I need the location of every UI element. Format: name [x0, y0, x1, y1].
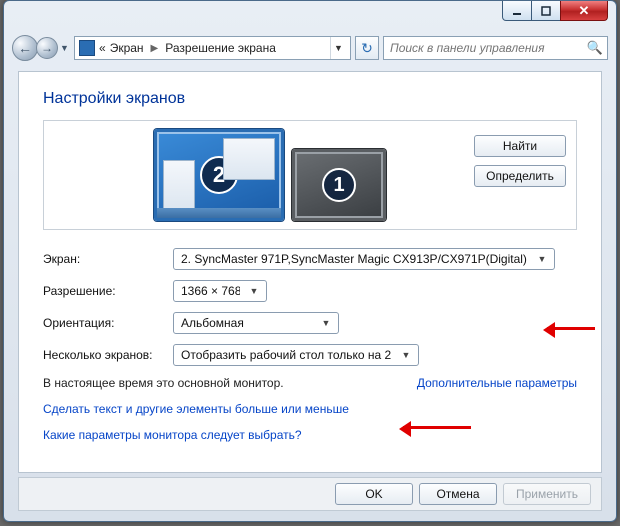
nav-history-dropdown[interactable]: ▼ [60, 43, 70, 53]
minimize-icon [512, 6, 522, 16]
resolution-label: Разрешение: [43, 284, 173, 298]
refresh-button[interactable]: ↻ [355, 36, 379, 60]
monitor-help-link[interactable]: Какие параметры монитора следует выбрать… [43, 428, 577, 442]
text-size-link[interactable]: Сделать текст и другие элементы больше и… [43, 402, 577, 416]
refresh-icon: ↻ [361, 40, 373, 57]
multi-display-dropdown[interactable]: Отобразить рабочий стол только на 2 ▼ [173, 344, 419, 366]
monitor-number-badge: 1 [322, 168, 356, 202]
primary-monitor-status: В настоящее время это основной монитор. [43, 376, 284, 390]
address-bar[interactable]: « Экран ▶ Разрешение экрана ▼ [74, 36, 351, 60]
monitor-thumbnail-2[interactable]: 2 [154, 129, 284, 221]
monitor-number-badge: 2 [200, 156, 238, 194]
resolution-dropdown[interactable]: 1366 × 768 ▼ [173, 280, 267, 302]
arrow-left-icon: ← [18, 40, 32, 56]
taskbar-icon [157, 208, 281, 218]
ok-button[interactable]: OK [335, 483, 413, 505]
search-icon[interactable]: 🔍 [587, 40, 603, 56]
orientation-value: Альбомная [181, 316, 312, 330]
multi-value: Отобразить рабочий стол только на 2 [181, 348, 392, 362]
chevron-down-icon: ▼ [318, 318, 334, 328]
cancel-button[interactable]: Отмена [419, 483, 497, 505]
arrow-right-icon: → [41, 41, 53, 55]
breadcrumb-prefix: « [99, 41, 106, 55]
annotation-arrow-icon [403, 426, 471, 429]
chevron-down-icon: ▼ [534, 254, 550, 264]
detect-button[interactable]: Определить [474, 165, 566, 187]
nav-forward-button[interactable]: → [36, 37, 58, 59]
monitor-thumbnail-1[interactable]: 1 [292, 149, 386, 221]
orientation-label: Ориентация: [43, 316, 173, 330]
page-title: Настройки экранов [43, 90, 577, 108]
advanced-settings-link[interactable]: Дополнительные параметры [417, 376, 577, 390]
resolution-value: 1366 × 768 [181, 284, 240, 298]
apply-button: Применить [503, 483, 591, 505]
multi-label: Несколько экранов: [43, 348, 173, 362]
window-minimize-button[interactable] [502, 1, 532, 21]
screen-value: 2. SyncMaster 971P,SyncMaster Magic CX91… [181, 252, 528, 266]
orientation-dropdown[interactable]: Альбомная ▼ [173, 312, 339, 334]
window-maximize-button[interactable] [531, 1, 561, 21]
chevron-down-icon: ▼ [398, 350, 414, 360]
search-box[interactable]: 🔍 [383, 36, 608, 60]
window-close-button[interactable]: ✕ [560, 1, 608, 21]
breadcrumb-item[interactable]: Разрешение экрана [165, 41, 276, 55]
identify-button[interactable]: Найти [474, 135, 566, 157]
maximize-icon [541, 6, 551, 16]
display-preview: 2 1 Найти Определить [43, 120, 577, 230]
screen-dropdown[interactable]: 2. SyncMaster 971P,SyncMaster Magic CX91… [173, 248, 555, 270]
close-icon: ✕ [579, 3, 590, 19]
screen-label: Экран: [43, 252, 173, 266]
annotation-arrow-icon [547, 327, 595, 330]
chevron-right-icon: ▶ [148, 43, 162, 54]
address-dropdown[interactable]: ▼ [330, 37, 346, 59]
nav-back-button[interactable]: ← [12, 35, 38, 61]
search-input[interactable] [388, 40, 587, 56]
breadcrumb-item[interactable]: Экран [110, 41, 144, 55]
control-panel-icon [79, 40, 95, 56]
chevron-down-icon: ▼ [246, 286, 262, 296]
